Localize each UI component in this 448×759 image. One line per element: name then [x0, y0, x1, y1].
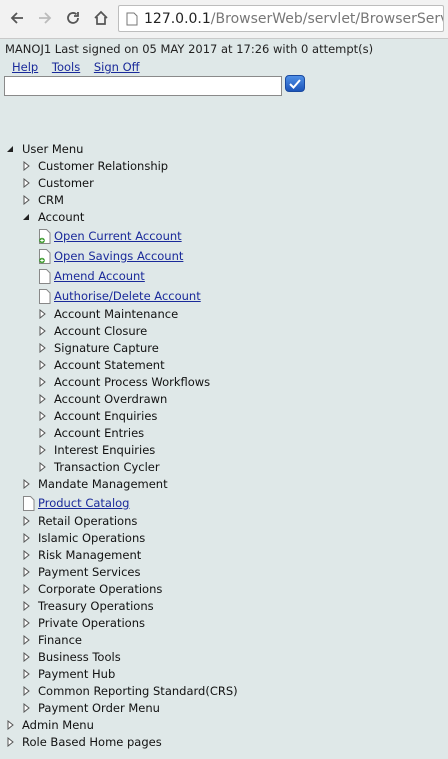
- collapsed-triangle-icon: [22, 583, 30, 594]
- collapsed-triangle-icon: [22, 702, 30, 713]
- collapsed-triangle-icon: [22, 566, 30, 577]
- menu-item-payment-hub[interactable]: Payment Hub: [22, 665, 115, 682]
- menu-item-account[interactable]: Account: [22, 208, 84, 225]
- collapsed-triangle-icon: [22, 160, 30, 171]
- home-icon: [94, 10, 108, 25]
- reload-button[interactable]: [61, 6, 85, 30]
- collapsed-triangle-icon: [38, 342, 46, 353]
- collapsed-triangle-icon: [22, 668, 30, 679]
- help-link[interactable]: Help: [12, 60, 38, 74]
- forward-arrow-icon: [39, 12, 52, 24]
- expanded-triangle-icon: [6, 144, 14, 154]
- menu-item-corporate-operations[interactable]: Corporate Operations: [22, 580, 162, 597]
- menu-item-crm[interactable]: CRM: [22, 191, 64, 208]
- collapsed-triangle-icon: [38, 359, 46, 370]
- collapsed-triangle-icon: [22, 194, 30, 205]
- page-icon: [126, 12, 138, 26]
- collapsed-triangle-icon: [22, 617, 30, 628]
- menu-item-payment-order-menu[interactable]: Payment Order Menu: [22, 699, 160, 716]
- collapsed-triangle-icon: [22, 177, 30, 188]
- menu-item-account-statement[interactable]: Account Statement: [38, 356, 165, 373]
- menu-item-account-overdrawn[interactable]: Account Overdrawn: [38, 390, 167, 407]
- menu-item-account-closure[interactable]: Account Closure: [38, 322, 147, 339]
- collapsed-triangle-icon: [38, 427, 46, 438]
- collapsed-triangle-icon: [22, 600, 30, 611]
- collapsed-triangle-icon: [22, 515, 30, 526]
- menu-root-role-based-home-pages[interactable]: Role Based Home pages: [6, 733, 162, 750]
- collapsed-triangle-icon: [22, 685, 30, 696]
- menu-item-account-maintenance[interactable]: Account Maintenance: [38, 305, 178, 322]
- collapsed-triangle-icon: [38, 325, 46, 336]
- menu-item-retail-operations[interactable]: Retail Operations: [22, 512, 137, 529]
- menu-item-account-entries[interactable]: Account Entries: [38, 424, 144, 441]
- link-open-current-account[interactable]: Open Current Account: [39, 226, 182, 246]
- document-icon: [39, 268, 51, 284]
- collapsed-triangle-icon: [38, 410, 46, 421]
- collapsed-triangle-icon: [38, 376, 46, 387]
- new-document-icon: [39, 248, 51, 264]
- reload-icon: [67, 12, 79, 24]
- command-line-input[interactable]: [4, 76, 282, 96]
- collapsed-triangle-icon: [22, 478, 30, 489]
- browser-toolbar: 127.0.0.1/BrowserWeb/servlet/BrowserServ…: [0, 0, 448, 39]
- menu-item-business-tools[interactable]: Business Tools: [22, 648, 121, 665]
- menu-item-mandate-management[interactable]: Mandate Management: [22, 475, 168, 492]
- menu-item-customer-relationship[interactable]: Customer Relationship: [22, 157, 168, 174]
- menu-item-risk-management[interactable]: Risk Management: [22, 546, 141, 563]
- top-links: Help Tools Sign Off: [12, 60, 150, 74]
- collapsed-triangle-icon: [38, 444, 46, 455]
- link-authorise-delete-account[interactable]: Authorise/Delete Account: [39, 286, 201, 306]
- menu-item-treasury-operations[interactable]: Treasury Operations: [22, 597, 154, 614]
- home-button[interactable]: [89, 6, 113, 30]
- document-icon: [23, 495, 35, 511]
- link-amend-account[interactable]: Amend Account: [39, 266, 145, 286]
- menu-item-transaction-cycler[interactable]: Transaction Cycler: [38, 458, 160, 475]
- collapsed-triangle-icon: [6, 719, 14, 730]
- menu-item-finance[interactable]: Finance: [22, 631, 82, 648]
- link-product-catalog[interactable]: Product Catalog: [23, 493, 129, 513]
- menu-item-account-process-workflows[interactable]: Account Process Workflows: [38, 373, 210, 390]
- menu-root-admin-menu[interactable]: Admin Menu: [6, 716, 94, 733]
- back-arrow-icon: [10, 12, 23, 24]
- menu-item-account-enquiries[interactable]: Account Enquiries: [38, 407, 157, 424]
- collapsed-triangle-icon: [22, 549, 30, 560]
- go-button[interactable]: [285, 75, 305, 92]
- collapsed-triangle-icon: [38, 393, 46, 404]
- forward-button[interactable]: [33, 6, 57, 30]
- menu-item-customer[interactable]: Customer: [22, 174, 94, 191]
- address-bar[interactable]: 127.0.0.1/BrowserWeb/servlet/BrowserServ…: [118, 5, 444, 32]
- new-document-icon: [39, 228, 51, 244]
- menu-item-private-operations[interactable]: Private Operations: [22, 614, 145, 631]
- collapsed-triangle-icon: [22, 532, 30, 543]
- url-host: 127.0.0.1: [144, 10, 211, 27]
- expanded-triangle-icon: [22, 212, 30, 222]
- collapsed-triangle-icon: [38, 308, 46, 319]
- link-open-savings-account[interactable]: Open Savings Account: [39, 246, 183, 266]
- tools-link[interactable]: Tools: [52, 60, 80, 74]
- collapsed-triangle-icon: [22, 634, 30, 645]
- menu-item-islamic-operations[interactable]: Islamic Operations: [22, 529, 145, 546]
- collapsed-triangle-icon: [38, 461, 46, 472]
- back-button[interactable]: [5, 6, 29, 30]
- signed-in-status: MANOJ1 Last signed on 05 MAY 2017 at 17:…: [5, 42, 374, 56]
- collapsed-triangle-icon: [6, 736, 14, 747]
- menu-root-user-menu[interactable]: User Menu: [6, 140, 83, 157]
- menu-item-interest-enquiries[interactable]: Interest Enquiries: [38, 441, 155, 458]
- checkmark-icon: [289, 78, 301, 89]
- menu-item-signature-capture[interactable]: Signature Capture: [38, 339, 159, 356]
- url-path: /BrowserWeb/servlet/BrowserServlet: [210, 10, 444, 27]
- document-icon: [39, 288, 51, 304]
- sign-off-link[interactable]: Sign Off: [94, 60, 140, 74]
- menu-item-payment-services[interactable]: Payment Services: [22, 563, 141, 580]
- collapsed-triangle-icon: [22, 651, 30, 662]
- menu-item-common-reporting-standard[interactable]: Common Reporting Standard(CRS): [22, 682, 238, 699]
